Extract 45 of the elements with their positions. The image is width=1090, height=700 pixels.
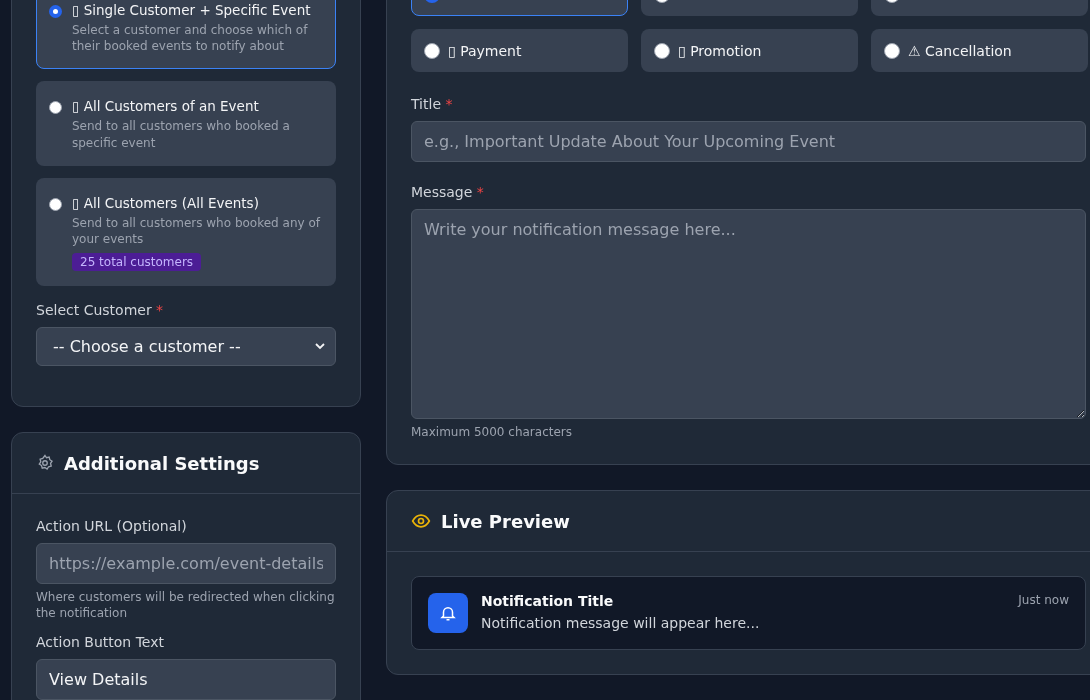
message-input[interactable]: Write your notification message here... — [411, 209, 1086, 419]
radio-button[interactable] — [884, 42, 900, 59]
recipient-option[interactable]: ▯ All Customers of an Event Send to all customers who booked a specific event — [36, 81, 336, 166]
field-label: Title * — [411, 96, 454, 112]
title-input[interactable]: e.g., Important Update About Your Upcoming Event — [411, 121, 1086, 162]
option-label: ▯ Promotion — [678, 42, 762, 59]
section-title: Additional Settings — [64, 452, 260, 474]
notification-title: Notification Title — [481, 593, 614, 610]
field-label: Message * — [411, 184, 485, 200]
field-label: Action Button Text — [36, 633, 165, 650]
section-title: Live Preview — [441, 510, 570, 532]
url-input[interactable]: https://example.com/event-details — [36, 543, 336, 585]
required-mark: * — [445, 96, 453, 112]
field-label: Select Customer * — [36, 302, 165, 319]
required-mark: * — [156, 302, 164, 319]
field-hint: Maximum 5000 characters — [411, 424, 573, 441]
notification-message: Notification message will appear here... — [481, 615, 761, 632]
recipient-option[interactable]: ▯ Single Customer + Specific Event Select a customer and choose which of their booked events to notify about — [36, 0, 336, 70]
option-description: Send to all customers who booked a specific event — [72, 118, 291, 151]
option-description: Select a customer and choose which of their booked events to notify about — [72, 22, 309, 55]
option-title: ▯ All Customers of an Event — [72, 98, 260, 115]
count-badge: 25 total customers — [72, 253, 202, 272]
option-description: Send to all customers who booked any of your events — [72, 214, 322, 248]
bell-icon — [428, 593, 468, 634]
radio-button[interactable] — [49, 5, 62, 18]
field-label: Action URL (Optional) — [36, 518, 188, 535]
field-hint: Where customers will be redirected when clicking the notification — [36, 589, 336, 622]
option-title: ▯ Single Customer + Specific Event — [72, 2, 312, 18]
notification-time: Just now — [1018, 593, 1069, 610]
type-option[interactable]: ▯ Payment — [411, 29, 628, 72]
required-mark: * — [476, 184, 484, 200]
button-text-input[interactable]: View Details — [36, 658, 336, 700]
option-label: ⚠ Cancellation — [908, 42, 1012, 59]
settings-icon — [36, 454, 54, 473]
radio-button[interactable] — [424, 42, 440, 59]
radio-button[interactable] — [49, 101, 62, 115]
type-option[interactable]: ⚠ Cancellation — [871, 29, 1088, 72]
option-title: ▯ All Customers (All Events) — [72, 194, 260, 211]
option-label: ▯ Payment — [448, 42, 522, 59]
type-option[interactable]: ▯ Promotion — [641, 29, 858, 72]
radio-button[interactable] — [654, 42, 670, 59]
radio-button[interactable] — [49, 197, 62, 211]
customer-select[interactable]: -- Choose a customer -- — [36, 327, 336, 367]
recipient-option[interactable]: ▯ All Customers (All Events) Send to all customers who booked any of your events 25 total customers — [36, 177, 336, 287]
chevron-icon — [315, 343, 325, 351]
